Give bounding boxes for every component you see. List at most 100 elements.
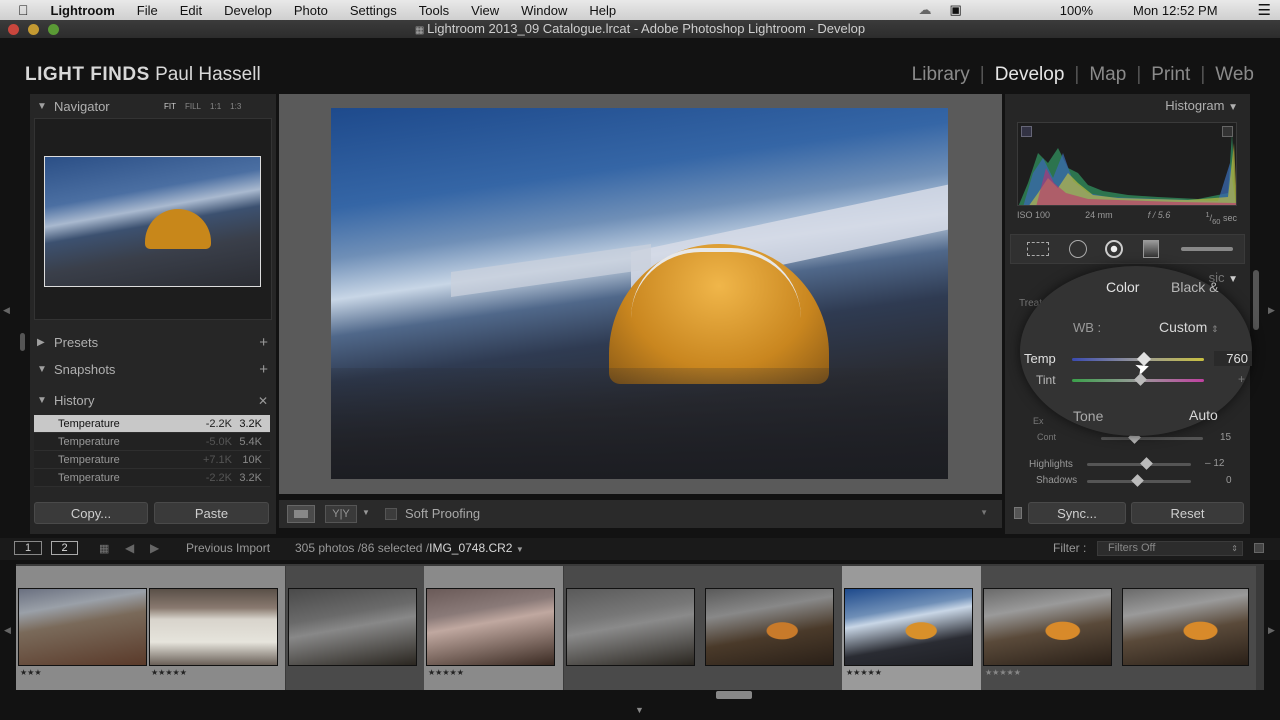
sync-button[interactable]: Sync... xyxy=(1028,502,1126,524)
soft-proofing-checkbox[interactable] xyxy=(385,508,397,520)
list-icon[interactable]: ☰ xyxy=(1249,1,1280,19)
menu-edit[interactable]: Edit xyxy=(169,3,213,18)
apple-icon[interactable]:  xyxy=(0,2,40,18)
zoom-1-1[interactable]: 1:1 xyxy=(210,102,221,111)
grid-view-icon[interactable]: ▦ xyxy=(99,542,109,555)
identity-plate[interactable]: LIGHT FINDS Paul Hassell xyxy=(25,64,261,86)
thumbnail[interactable] xyxy=(705,588,834,666)
navigator-preview-image[interactable] xyxy=(44,156,261,287)
tab-black-white[interactable]: Black & xyxy=(1171,279,1218,295)
shadow-clip-icon[interactable] xyxy=(1021,126,1032,137)
zoom-button[interactable] xyxy=(48,24,59,35)
toolbar-menu-icon[interactable]: ▼ xyxy=(980,508,988,517)
right-panel-toggle-icon[interactable]: ▶ xyxy=(1268,305,1275,316)
zoom-fit[interactable]: FIT xyxy=(164,102,176,111)
menu-file[interactable]: File xyxy=(126,3,169,18)
add-snapshot-icon[interactable]: + xyxy=(259,361,268,378)
tab-color[interactable]: Color xyxy=(1106,279,1139,295)
module-map[interactable]: Map xyxy=(1079,64,1136,86)
thumbnail[interactable] xyxy=(426,588,555,666)
shadows-knob[interactable] xyxy=(1131,474,1144,487)
filter-select[interactable]: Filters Off ⇕ xyxy=(1097,541,1243,556)
chevron-down-icon[interactable]: ▼ xyxy=(516,545,524,554)
clear-history-icon[interactable]: ✕ xyxy=(258,394,268,408)
snapshots-header[interactable]: ▼ Snapshots + xyxy=(30,357,276,382)
history-row[interactable]: Temperature +7.1K 10K xyxy=(34,451,270,469)
window-1-button[interactable]: 1 xyxy=(14,541,42,555)
spot-removal-icon[interactable] xyxy=(1069,240,1087,258)
menu-settings[interactable]: Settings xyxy=(339,3,408,18)
module-develop[interactable]: Develop xyxy=(985,64,1075,86)
highlight-clip-icon[interactable] xyxy=(1222,126,1233,137)
main-photo[interactable] xyxy=(331,108,948,479)
zoom-fill[interactable]: FILL xyxy=(185,102,201,111)
paste-button[interactable]: Paste xyxy=(154,502,269,524)
menu-tools[interactable]: Tools xyxy=(408,3,460,18)
thumbnail[interactable] xyxy=(1122,588,1249,666)
filmstrip-cell[interactable]: ★★★★★ xyxy=(147,566,285,690)
wb-select[interactable]: Custom ⇕ xyxy=(1159,319,1219,335)
battery-text[interactable]: 100% xyxy=(1051,3,1102,18)
filmstrip-cell[interactable] xyxy=(564,566,703,690)
filmstrip-right-icon[interactable]: ▶ xyxy=(1268,625,1275,636)
source-label[interactable]: Previous Import xyxy=(186,541,270,555)
add-preset-icon[interactable]: + xyxy=(259,334,268,351)
loupe-view-icon[interactable] xyxy=(287,505,315,523)
menu-help[interactable]: Help xyxy=(578,3,627,18)
highlights-knob[interactable] xyxy=(1140,457,1153,470)
module-web[interactable]: Web xyxy=(1205,64,1254,86)
filmstrip-cell[interactable] xyxy=(286,566,425,690)
filter-lock-icon[interactable] xyxy=(1254,543,1264,553)
module-print[interactable]: Print xyxy=(1141,64,1200,86)
sync-toggle-switch[interactable] xyxy=(1014,507,1022,519)
graduated-filter-icon[interactable] xyxy=(1143,240,1159,258)
presets-header[interactable]: ▶ Presets + xyxy=(30,330,276,355)
history-row[interactable]: Temperature -2.2K 3.2K xyxy=(34,415,270,433)
window-2-button[interactable]: 2 xyxy=(51,541,78,555)
thumbnail[interactable] xyxy=(566,588,695,666)
forward-arrow-icon[interactable]: ▶ xyxy=(150,541,159,555)
history-row[interactable]: Temperature -2.2K 3.2K xyxy=(34,469,270,487)
thumbnail[interactable] xyxy=(983,588,1112,666)
filmstrip-cell[interactable]: ★★★ xyxy=(16,566,155,690)
filmstrip-cell[interactable]: ★★★★★ xyxy=(424,566,563,690)
left-scrollbar[interactable] xyxy=(20,333,25,351)
filmstrip-cell[interactable] xyxy=(1120,566,1256,690)
redeye-icon[interactable] xyxy=(1105,240,1123,258)
menu-develop[interactable]: Develop xyxy=(213,3,283,18)
contrast-slider[interactable] xyxy=(1101,437,1203,440)
history-row[interactable]: Temperature -5.0K 5.4K xyxy=(34,433,270,451)
back-arrow-icon[interactable]: ◀ xyxy=(125,541,134,555)
filmstrip-cell[interactable]: ★★★★★ xyxy=(981,566,1120,690)
thumbnail[interactable] xyxy=(844,588,973,666)
before-after-icon[interactable]: Y|Y xyxy=(325,505,357,523)
menu-app[interactable]: Lightroom xyxy=(40,3,126,18)
reset-button[interactable]: Reset xyxy=(1131,502,1244,524)
right-scrollbar[interactable] xyxy=(1253,270,1259,330)
filename[interactable]: IMG_0748.CR2 xyxy=(429,541,512,555)
filmstrip-cell[interactable]: ★★★★★ xyxy=(842,566,981,690)
menu-view[interactable]: View xyxy=(460,3,510,18)
before-after-dropdown-icon[interactable]: ▼ xyxy=(362,508,370,517)
adjustment-brush-icon[interactable] xyxy=(1181,247,1233,251)
menu-window[interactable]: Window xyxy=(510,3,578,18)
minimize-button[interactable] xyxy=(28,24,39,35)
thumbnail[interactable] xyxy=(288,588,417,666)
filmstrip-left-icon[interactable]: ◀ xyxy=(4,625,11,636)
menu-photo[interactable]: Photo xyxy=(283,3,339,18)
temp-value[interactable]: 760 xyxy=(1214,351,1252,366)
zoom-1-3[interactable]: 1:3 xyxy=(230,102,241,111)
camera-icon[interactable]: ▣ xyxy=(940,2,970,18)
thumbnail[interactable] xyxy=(18,588,147,666)
clock[interactable]: Mon 12:52 PM xyxy=(1124,3,1227,18)
histogram-graph[interactable] xyxy=(1017,122,1237,206)
crop-tool-icon[interactable] xyxy=(1027,242,1049,256)
auto-tone-button[interactable]: Auto xyxy=(1189,407,1218,423)
collapse-bottom-icon[interactable]: ▼ xyxy=(635,705,644,715)
copy-button[interactable]: Copy... xyxy=(34,502,148,524)
navigator-header[interactable]: ▼ Navigator FIT FILL 1:1 1:3 xyxy=(30,94,276,119)
filmstrip-scrollbar[interactable] xyxy=(716,691,752,699)
histogram-header[interactable]: Histogram ▼ xyxy=(1165,98,1238,113)
filmstrip-cell[interactable] xyxy=(703,566,842,690)
history-header[interactable]: ▼ History ✕ xyxy=(30,388,276,413)
